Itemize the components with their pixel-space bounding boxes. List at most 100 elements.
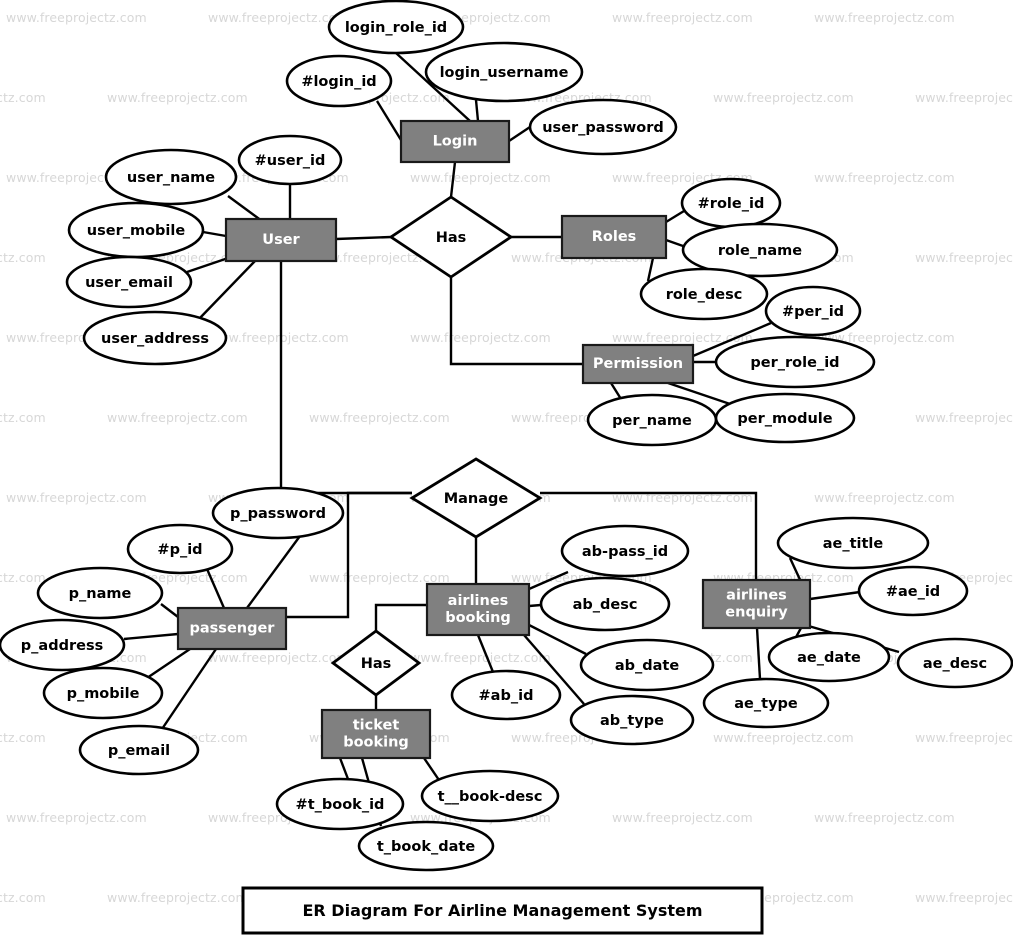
attribute-label: #role_id (698, 196, 765, 212)
connector-airlines_booking-to-has_booking_ticket (374, 603, 427, 631)
connector-p_password-to-passenger (246, 535, 301, 609)
attribute-t_book_date[interactable]: t_book_date (357, 820, 495, 872)
watermark-text: www.freeprojectz.com (107, 890, 248, 905)
attribute-user_id[interactable]: #user_id (237, 134, 343, 186)
attribute-label: #p_id (157, 542, 202, 558)
connector-role_name-to-roles (665, 238, 684, 248)
attribute-user_mobile[interactable]: user_mobile (67, 201, 205, 259)
attribute-label: user_email (85, 275, 173, 291)
attribute-p_address[interactable]: p_address (0, 618, 126, 672)
watermark-text: www.freeprojectz.com (0, 90, 46, 105)
relationship-has_booking_ticket[interactable]: Has (330, 629, 422, 697)
connector-p_name-to-passenger (160, 603, 179, 618)
connector-has_user_roles-to-permission (449, 277, 583, 366)
connector-user_password-to-login (508, 126, 531, 142)
watermark-text: www.freeprojectz.com (410, 170, 551, 185)
attribute-ab_date[interactable]: ab_date (579, 638, 715, 692)
entity-login[interactable]: Login (399, 119, 511, 164)
attribute-user_name[interactable]: user_name (104, 148, 238, 206)
attribute-user_email[interactable]: user_email (65, 255, 193, 309)
attribute-p_mobile[interactable]: p_mobile (42, 666, 164, 720)
attribute-p_id[interactable]: #p_id (126, 523, 234, 575)
attribute-ae_date[interactable]: ae_date (767, 631, 891, 683)
attribute-per_module[interactable]: per_module (714, 392, 856, 444)
attribute-login_role_id[interactable]: login_role_id (327, 0, 465, 55)
attribute-ae_id[interactable]: #ae_id (857, 565, 969, 617)
attribute-role_desc[interactable]: role_desc (639, 267, 769, 321)
er-diagram-canvas: www.freeprojectz.com www.freeprojectz.com… (0, 0, 1013, 941)
attribute-ab_pass_id[interactable]: ab-pass_id (560, 524, 690, 578)
connector-user_mobile-to-user (202, 230, 227, 238)
entity-roles[interactable]: Roles (560, 214, 668, 260)
attribute-role_id[interactable]: #role_id (680, 177, 782, 229)
attribute-t_book_id[interactable]: #t_book_id (275, 777, 405, 831)
attribute-label: p_password (230, 506, 326, 522)
attribute-label: ae_title (823, 536, 884, 552)
watermark-text: www.freeprojectz.com (814, 810, 955, 825)
attribute-ae_desc[interactable]: ae_desc (896, 637, 1013, 689)
watermark-text: www.freeprojectz.com (309, 410, 450, 425)
attribute-label: per_name (612, 413, 692, 429)
attribute-login_id[interactable]: #login_id (285, 54, 393, 108)
watermark-text: www.freeprojectz.com (0, 410, 46, 425)
watermark-text: www.freeprojectz.com (915, 730, 1013, 745)
attribute-label: #t_book_id (296, 797, 385, 813)
relationship-label: Has (361, 656, 392, 672)
entity-label: enquiry (725, 605, 788, 621)
attribute-ab_desc[interactable]: ab_desc (539, 576, 671, 632)
attribute-label: user_password (542, 120, 664, 136)
connector-ab_desc-to-airlines_booking (528, 603, 542, 608)
entity-label: User (262, 232, 300, 248)
watermark-text: www.freeprojectz.com (0, 250, 46, 265)
watermark-text: www.freeprojectz.com (6, 810, 147, 825)
watermark-text: www.freeprojectz.com (915, 90, 1013, 105)
watermark-text: www.freeprojectz.com (410, 650, 551, 665)
attribute-label: per_role_id (750, 355, 839, 371)
entity-user[interactable]: User (224, 217, 338, 263)
relationship-has_user_roles[interactable]: Has (388, 195, 514, 279)
attribute-p_name[interactable]: p_name (36, 566, 164, 620)
er-diagram-svg: www.freeprojectz.com www.freeprojectz.com… (0, 0, 1013, 935)
diagram-title: ER Diagram For Airline Management System (302, 901, 702, 920)
relationship-manage[interactable]: Manage (409, 457, 543, 539)
connector-per_name-to-permission (609, 382, 623, 400)
attribute-per_id[interactable]: #per_id (764, 285, 862, 337)
attribute-label: role_name (718, 243, 802, 259)
attribute-label: ae_desc (923, 656, 987, 672)
attribute-user_address[interactable]: user_address (82, 310, 228, 366)
attribute-per_role_id[interactable]: per_role_id (714, 335, 876, 389)
entity-permission[interactable]: Permission (581, 343, 695, 385)
watermark-text: www.freeprojectz.com (107, 90, 248, 105)
attribute-label: login_role_id (345, 20, 447, 36)
attribute-login_username[interactable]: login_username (424, 41, 584, 103)
entity-airlines_enquiry[interactable]: airlinesenquiry (701, 578, 812, 630)
attribute-label: user_address (101, 331, 209, 347)
title-layer: ER Diagram For Airline Management System (241, 886, 764, 935)
attribute-label: ab_date (615, 658, 680, 674)
attribute-p_email[interactable]: p_email (78, 724, 200, 776)
watermark-text: www.freeprojectz.com (208, 10, 349, 25)
entity-airlines_booking[interactable]: airlinesbooking (425, 582, 531, 637)
attribute-label: login_username (440, 65, 569, 81)
attribute-label: #ae_id (886, 584, 940, 600)
attribute-label: user_name (127, 170, 215, 186)
attribute-ab_id[interactable]: #ab_id (450, 669, 562, 721)
attribute-ae_title[interactable]: ae_title (776, 516, 930, 570)
attribute-ae_type[interactable]: ae_type (702, 677, 830, 729)
connector-ae_id-to-airlines_enquiry (809, 590, 861, 601)
entity-passenger[interactable]: passenger (176, 606, 288, 651)
attribute-p_password[interactable]: p_password (211, 486, 345, 540)
watermark-text: www.freeprojectz.com (6, 490, 147, 505)
attribute-per_name[interactable]: per_name (586, 393, 718, 447)
entity-label: airlines (448, 593, 509, 609)
attribute-ab_type[interactable]: ab_type (569, 694, 695, 746)
relationship-label: Manage (444, 491, 509, 507)
attribute-user_password[interactable]: user_password (528, 98, 678, 156)
entity-label: booking (343, 735, 409, 751)
attribute-t_book_desc[interactable]: t__book-desc (420, 769, 560, 823)
entity-ticket_booking[interactable]: ticketbooking (320, 708, 432, 760)
watermark-text: www.freeprojectz.com (0, 890, 46, 905)
connector-user_name-to-user (227, 195, 263, 222)
attribute-label: t__book-desc (438, 789, 543, 805)
connector-ae_type-to-airlines_enquiry (755, 627, 762, 680)
